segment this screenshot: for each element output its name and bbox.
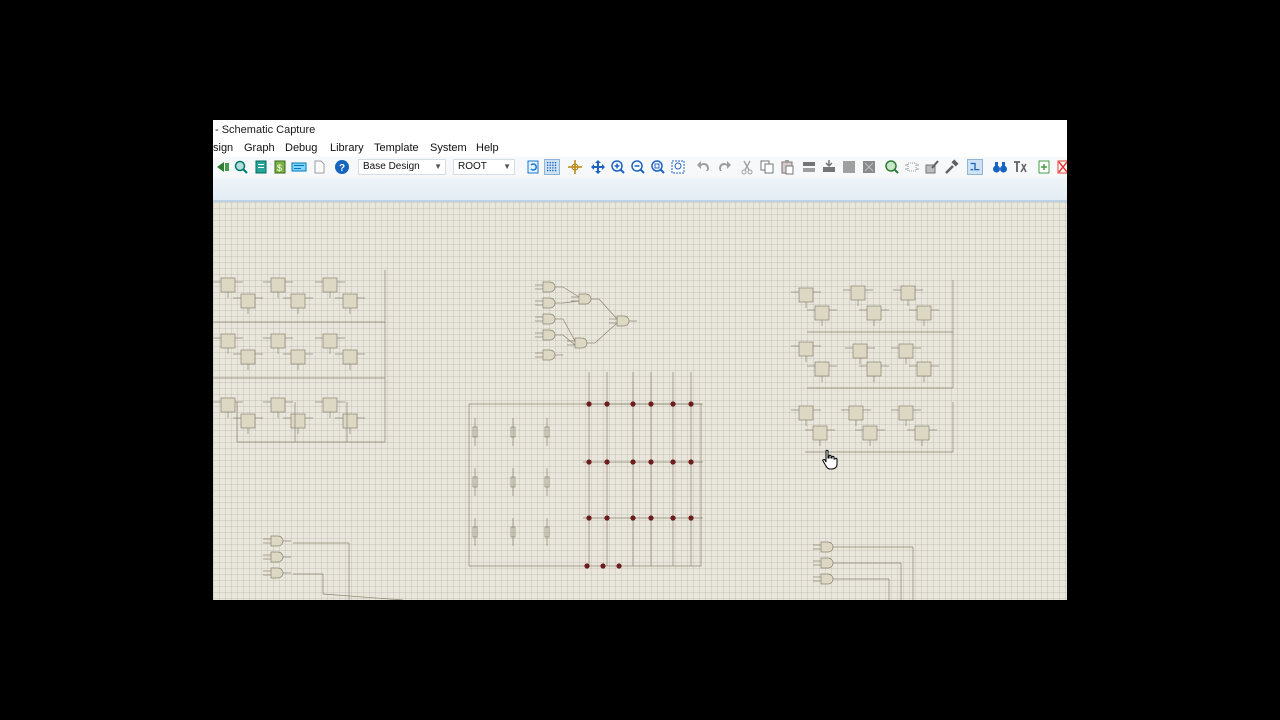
gate-group-bottom-left [263,535,404,600]
sheet-select-value: ROOT [458,161,487,172]
keypad-matrix [468,372,703,569]
block-move-icon[interactable] [821,159,837,175]
menu-debug[interactable]: Debug [285,142,317,154]
block-rotate-icon[interactable] [841,159,857,175]
menu-bar: sign Graph Debug Library Template System… [213,141,1067,158]
schematic-canvas[interactable] [213,202,1067,600]
menu-library[interactable]: Library [330,142,364,154]
window-title: - Schematic Capture [215,124,316,136]
new-sheet-icon[interactable] [1036,159,1052,175]
schematic-drawing [213,270,954,600]
origin-icon[interactable] [567,159,583,175]
menu-system[interactable]: System [430,142,467,154]
find-icon[interactable] [233,159,249,175]
package-tool-icon[interactable] [924,159,940,175]
decompose-icon[interactable] [944,159,960,175]
design-select-value: Base Design [363,161,420,172]
pick-parts-icon[interactable] [884,159,900,175]
zoom-all-icon[interactable] [650,159,666,175]
zoom-area-icon[interactable] [670,159,686,175]
flip-flop-block-right [791,280,954,453]
refresh-icon[interactable] [525,159,541,175]
chevron-down-icon: ▼ [503,162,511,171]
block-copy-icon[interactable] [801,159,817,175]
design-select[interactable]: Base Design ▼ [358,159,446,175]
document-icon[interactable] [311,159,327,175]
menu-graph[interactable]: Graph [244,142,275,154]
redo-icon[interactable] [716,159,732,175]
wire-autorouter-icon[interactable] [967,159,983,175]
menu-template[interactable]: Template [374,142,419,154]
secondary-toolbar [213,178,1067,202]
undo-icon[interactable] [696,159,712,175]
remove-sheet-icon[interactable] [1055,159,1067,175]
property-assignment-icon[interactable] [1012,159,1028,175]
sheet-select[interactable]: ROOT ▼ [453,159,515,175]
copy-icon[interactable] [759,159,775,175]
hand-pointer-icon [822,449,838,470]
logic-gate-network [535,281,637,361]
search-tag-icon[interactable] [992,159,1008,175]
ide-icon[interactable] [291,159,307,175]
grid-icon[interactable] [544,159,560,175]
chevron-down-icon: ▼ [434,162,442,171]
svg-text:?: ? [339,163,345,174]
block-delete-icon[interactable] [861,159,877,175]
gate-group-bottom-right [813,541,914,600]
title-bar: - Schematic Capture [213,120,1067,141]
application-window: - Schematic Capture sign Graph Debug Lib… [213,120,1067,600]
cut-icon[interactable] [739,159,755,175]
zoom-in-icon[interactable] [610,159,626,175]
help-icon[interactable]: ? [334,159,350,175]
zoom-out-icon[interactable] [630,159,646,175]
bill-of-materials-icon[interactable] [253,159,269,175]
menu-help[interactable]: Help [476,142,499,154]
previous-icon[interactable] [215,159,231,175]
paste-icon[interactable] [779,159,795,175]
main-toolbar: $ ? Base Design ▼ ROOT ▼ [213,157,1067,178]
cost-icon[interactable]: $ [272,159,288,175]
flip-flop-block-top-left [213,270,386,443]
make-device-icon[interactable] [904,159,920,175]
menu-design[interactable]: sign [213,142,233,154]
pan-icon[interactable] [590,159,606,175]
svg-text:$: $ [277,163,282,173]
